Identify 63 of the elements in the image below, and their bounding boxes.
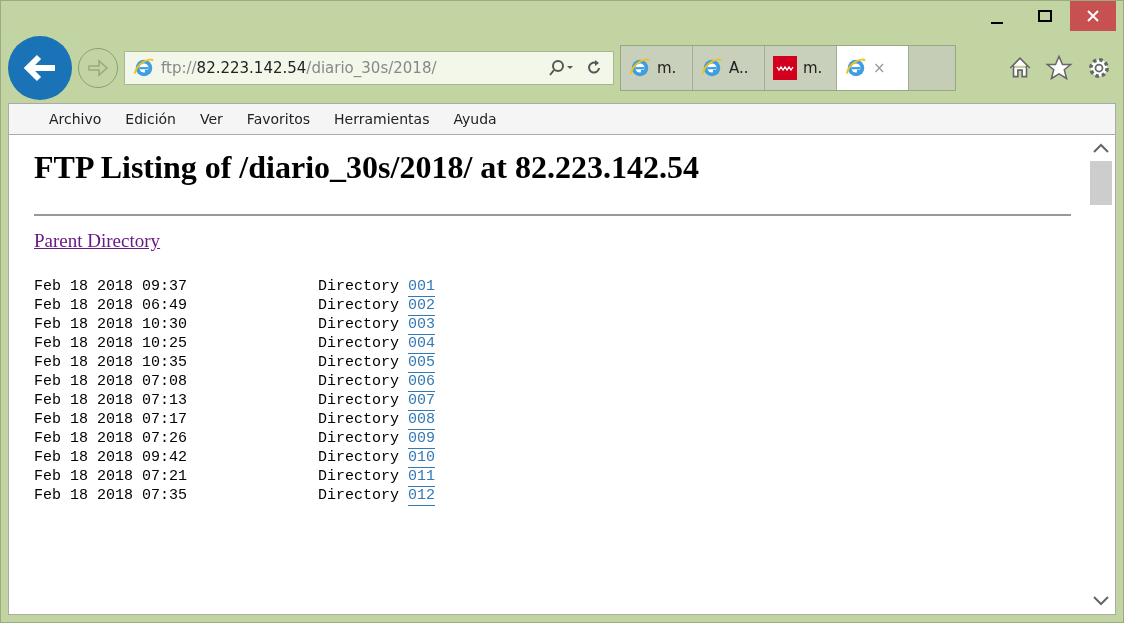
date-text: Feb 18 2018 07:17	[34, 411, 189, 430]
date-text: Feb 18 2018 10:25	[34, 335, 189, 354]
date-text: Feb 18 2018 09:42	[34, 449, 189, 468]
date-text: Feb 18 2018 09:37	[34, 278, 189, 297]
browser-logo-icon	[845, 57, 867, 79]
directory-link[interactable]: 011	[408, 468, 436, 487]
type-text: Directory	[318, 354, 399, 373]
type-text: Directory	[318, 430, 399, 449]
type-text: Directory	[318, 449, 399, 468]
refresh-icon	[586, 59, 602, 77]
directory-link[interactable]: 003	[408, 316, 436, 335]
date-text: Feb 18 2018 10:35	[34, 354, 189, 373]
close-button[interactable]	[1070, 1, 1116, 31]
directory-link[interactable]: 005	[408, 354, 436, 373]
type-text: Directory	[318, 316, 399, 335]
date-text: Feb 18 2018 07:35	[34, 487, 189, 506]
scrollbar-thumb[interactable]	[1090, 161, 1112, 205]
directory-link[interactable]: 004	[408, 335, 436, 354]
maximize-icon	[1038, 10, 1052, 22]
menu-item[interactable]: Ver	[200, 111, 223, 127]
menu-item[interactable]: Favoritos	[246, 111, 311, 127]
forward-arrow-icon	[87, 59, 109, 77]
directory-link[interactable]: 002	[408, 297, 436, 316]
star-icon	[1045, 54, 1073, 82]
search-icon	[548, 59, 574, 77]
date-text: Feb 18 2018 06:49	[34, 297, 189, 316]
menu-item[interactable]: Edición	[125, 111, 176, 127]
minimize-icon	[991, 22, 1003, 24]
directory-link[interactable]: 010	[408, 449, 436, 468]
parent-directory-link[interactable]: Parent Directory	[34, 230, 161, 251]
scroll-down-icon[interactable]	[1093, 596, 1109, 606]
browser-logo-icon	[133, 57, 155, 79]
type-text: Directory	[318, 373, 399, 392]
directory-link[interactable]: 008	[408, 411, 436, 430]
date-text: Feb 18 2018 07:13	[34, 392, 189, 411]
menu-item[interactable]: Archivo	[49, 111, 102, 127]
date-text: Feb 18 2018 07:08	[34, 373, 189, 392]
directory-link[interactable]: 012	[408, 487, 436, 506]
date-text: Feb 18 2018 07:26	[34, 430, 189, 449]
type-text: Directory	[318, 411, 399, 430]
date-text: Feb 18 2018 10:30	[34, 316, 189, 335]
address-field[interactable]: ftp://82.223.142.54/diario_30s/2018/	[124, 51, 614, 85]
type-text: Directory	[318, 335, 399, 354]
directory-link[interactable]: 009	[408, 430, 436, 449]
back-arrow-icon	[23, 53, 57, 83]
directory-link[interactable]: 007	[408, 392, 436, 411]
type-text: Directory	[318, 278, 399, 297]
date-text: Feb 18 2018 07:21	[34, 468, 189, 487]
browser-tab[interactable]: ×	[837, 46, 909, 90]
browser-logo-icon	[629, 57, 651, 79]
type-text: Directory	[318, 297, 399, 316]
page-heading: FTP Listing of /diario_30s/2018/ at 82.223.142.54	[34, 149, 700, 186]
type-text: Directory	[318, 487, 399, 506]
directory-link[interactable]: 006	[408, 373, 436, 392]
menu-item[interactable]: Herramientas	[334, 111, 430, 127]
browser-logo-icon	[701, 57, 723, 79]
type-text: Directory	[318, 468, 399, 487]
site-logo-icon	[773, 56, 797, 80]
type-text: Directory	[318, 392, 399, 411]
directory-link[interactable]: 001	[408, 278, 436, 297]
scroll-up-icon[interactable]	[1093, 143, 1109, 153]
close-icon	[1087, 10, 1099, 22]
menu-item[interactable]: Ayuda	[453, 111, 497, 127]
